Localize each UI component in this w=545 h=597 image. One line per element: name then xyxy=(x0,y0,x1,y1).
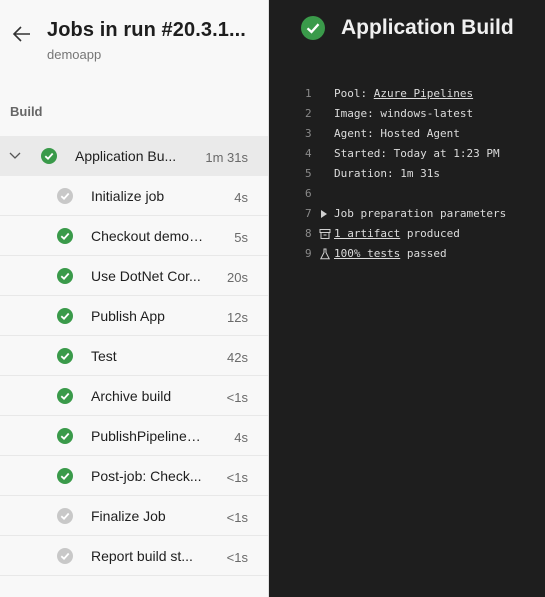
log-text: Duration: 1m 31s xyxy=(334,167,440,180)
job-detail-panel: Application Build 1 Pool: Azure Pipeline… xyxy=(269,0,545,597)
step-row[interactable]: Archive build <1s xyxy=(0,376,268,416)
step-duration: <1s xyxy=(226,470,248,485)
step-label: Publish App xyxy=(91,308,165,324)
log-output: 1 Pool: Azure Pipelines 2 Image: windows… xyxy=(269,84,545,264)
jobs-panel: Jobs in run #20.3.1... demoapp Build App… xyxy=(0,0,269,597)
step-row[interactable]: Publish App 12s xyxy=(0,296,268,336)
job-preparation-parameters-toggle[interactable]: Job preparation parameters xyxy=(321,204,507,224)
back-arrow-icon[interactable] xyxy=(12,24,32,44)
success-check-icon xyxy=(57,388,73,404)
pool-link[interactable]: Azure Pipelines xyxy=(374,87,473,100)
step-duration: <1s xyxy=(226,510,248,525)
success-check-icon xyxy=(57,348,73,364)
neutral-check-icon xyxy=(57,508,73,524)
line-number: 1 xyxy=(305,87,312,100)
log-text: Image: windows-latest xyxy=(334,107,474,120)
success-check-icon xyxy=(41,148,57,164)
page-title: Jobs in run #20.3.1... xyxy=(47,19,246,41)
neutral-check-icon xyxy=(57,188,73,204)
step-duration: 4s xyxy=(234,190,248,205)
expand-triangle-icon[interactable] xyxy=(321,210,327,218)
line-number: 8 xyxy=(305,227,312,240)
step-row[interactable]: Use DotNet Cor... 20s xyxy=(0,256,268,296)
artifact-icon xyxy=(319,229,331,239)
step-row[interactable]: Report build st... <1s xyxy=(0,536,268,576)
step-row[interactable]: Finalize Job <1s xyxy=(0,496,268,536)
step-label: Initialize job xyxy=(91,188,165,204)
log-line: 8 1 artifact produced xyxy=(269,224,545,244)
step-duration: 42s xyxy=(227,350,248,365)
section-heading-build: Build xyxy=(10,104,43,119)
artifact-link[interactable]: 1 artifact xyxy=(334,227,400,240)
line-number: 3 xyxy=(305,127,312,140)
detail-title: Application Build xyxy=(341,16,514,39)
jobs-header: Jobs in run #20.3.1... demoapp xyxy=(0,0,268,80)
job-label: Application Bu... xyxy=(75,148,177,164)
success-check-icon xyxy=(57,228,73,244)
step-label: Post-job: Check... xyxy=(91,468,202,484)
step-label: Archive build xyxy=(91,388,172,404)
line-number: 9 xyxy=(305,247,312,260)
step-label: Test xyxy=(91,348,117,364)
line-number: 2 xyxy=(305,107,312,120)
step-row[interactable]: Test 42s xyxy=(0,336,268,376)
line-number: 7 xyxy=(305,207,312,220)
log-text: Started: Today at 1:23 PM xyxy=(334,147,500,160)
log-line: 4 Started: Today at 1:23 PM xyxy=(269,144,545,164)
success-check-icon xyxy=(301,16,325,40)
log-line: 5 Duration: 1m 31s xyxy=(269,164,545,184)
step-label: Use DotNet Cor... xyxy=(91,268,201,284)
log-text: Pool: xyxy=(334,87,374,100)
step-duration: <1s xyxy=(226,390,248,405)
step-duration: 5s xyxy=(234,230,248,245)
log-line: 6 xyxy=(269,184,545,204)
success-check-icon xyxy=(57,428,73,444)
success-check-icon xyxy=(57,468,73,484)
line-number: 6 xyxy=(305,187,312,200)
log-line: 9 100% tests passed xyxy=(269,244,545,264)
line-number: 5 xyxy=(305,167,312,180)
log-line: 2 Image: windows-latest xyxy=(269,104,545,124)
log-text: Agent: Hosted Agent xyxy=(334,127,460,140)
line-number: 4 xyxy=(305,147,312,160)
neutral-check-icon xyxy=(57,548,73,564)
step-duration: 20s xyxy=(227,270,248,285)
log-text: passed xyxy=(400,247,447,260)
step-row[interactable]: Initialize job 4s xyxy=(0,176,268,216)
log-line: 3 Agent: Hosted Agent xyxy=(269,124,545,144)
step-duration: 12s xyxy=(227,310,248,325)
flask-icon xyxy=(319,248,331,260)
step-row[interactable]: PublishPipelineA... 4s xyxy=(0,416,268,456)
step-row[interactable]: Post-job: Check... <1s xyxy=(0,456,268,496)
job-duration: 1m 31s xyxy=(205,150,248,165)
log-text: produced xyxy=(400,227,460,240)
step-label: PublishPipelineA... xyxy=(91,428,206,444)
job-row-application-build[interactable]: Application Bu... 1m 31s xyxy=(0,136,268,176)
step-duration: 4s xyxy=(234,430,248,445)
step-label: Report build st... xyxy=(91,548,193,564)
chevron-down-icon[interactable] xyxy=(8,149,22,163)
success-check-icon xyxy=(57,268,73,284)
step-label: Checkout demoa... xyxy=(91,228,206,244)
log-line: 7 Job preparation parameters xyxy=(269,204,545,224)
step-row[interactable]: Checkout demoa... 5s xyxy=(0,216,268,256)
step-duration: <1s xyxy=(226,550,248,565)
log-text: Job preparation parameters xyxy=(334,207,507,220)
step-label: Finalize Job xyxy=(91,508,166,524)
tests-link[interactable]: 100% tests xyxy=(334,247,400,260)
success-check-icon xyxy=(57,308,73,324)
log-line: 1 Pool: Azure Pipelines xyxy=(269,84,545,104)
page-subtitle: demoapp xyxy=(47,47,102,62)
